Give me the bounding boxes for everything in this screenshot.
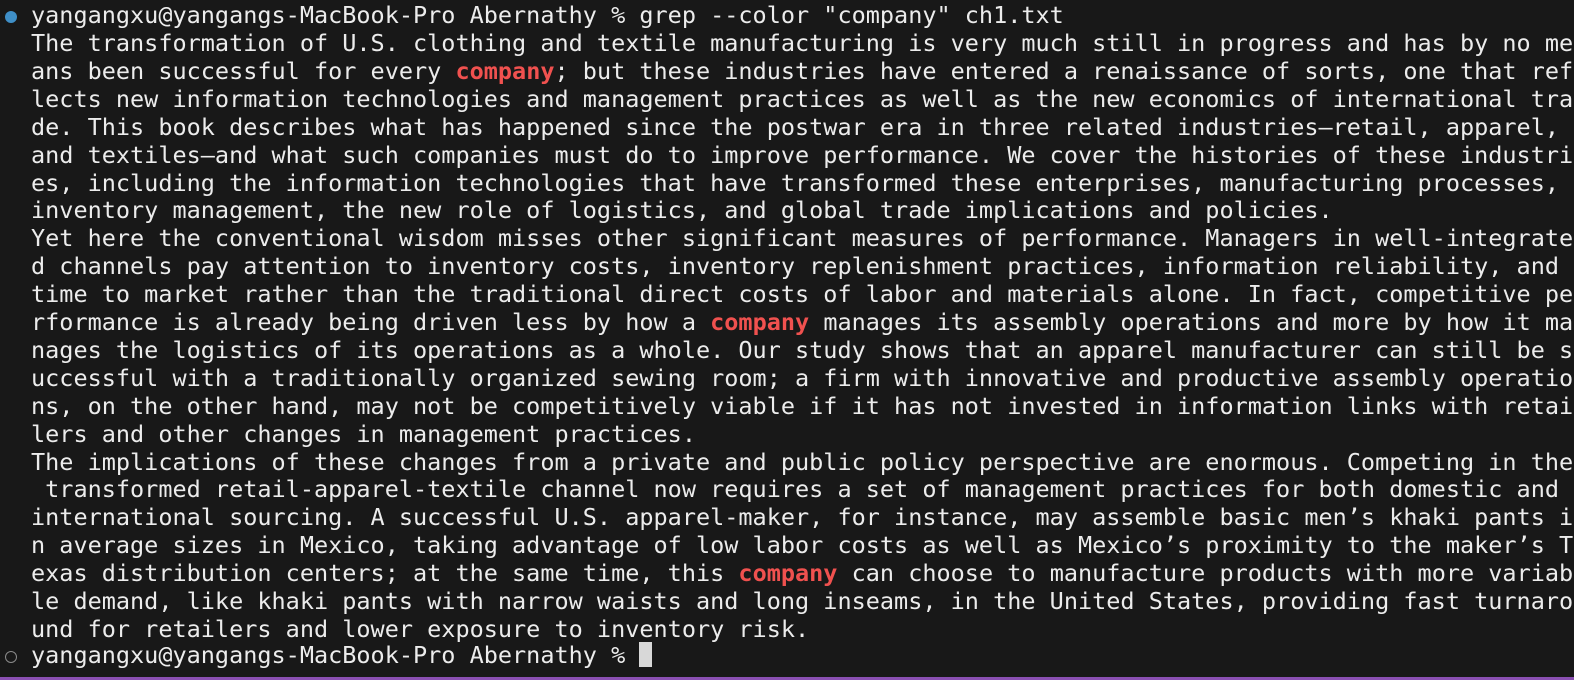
output-line: lects new information technologies and m… — [31, 84, 1574, 113]
output-line: Yet here the conventional wisdom misses … — [31, 224, 1574, 253]
prompt-text: yangangxu@yangangs-MacBook-Pro Abernathy… — [31, 1, 640, 29]
active-prompt-line[interactable]: yangangxu@yangangs-MacBook-Pro Abernathy… — [31, 641, 653, 670]
output-line: The transformation of U.S. clothing and … — [31, 29, 1574, 57]
output-line: ns, on the other hand, may not be compet… — [31, 391, 1574, 420]
command-line: yangangxu@yangangs-MacBook-Pro Abernathy… — [31, 1, 1064, 30]
output-line: es, including the information technologi… — [31, 168, 1560, 197]
output-line: nages the logistics of its operations as… — [31, 335, 1574, 364]
match-highlight: company — [710, 308, 810, 336]
output-line: n average sizes in Mexico, taking advant… — [31, 531, 1574, 560]
output-line: transformed retail-apparel-textile chann… — [31, 475, 1560, 504]
output-line: uccessful with a traditionally organized… — [31, 363, 1574, 392]
text-cursor[interactable] — [639, 642, 653, 667]
prompt-text: yangangxu@yangangs-MacBook-Pro Abernathy… — [31, 641, 640, 669]
command-text: grep --color "company" ch1.txt — [639, 1, 1064, 29]
output-line: le demand, like khaki pants with narrow … — [31, 587, 1574, 615]
output-line: and textiles—and what such companies mus… — [31, 140, 1574, 169]
output-line: lers and other changes in management pra… — [31, 419, 696, 448]
output-line: The implications of these changes from a… — [31, 447, 1574, 476]
output-line: exas distribution centers; at the same t… — [31, 559, 1574, 588]
command-success-icon — [5, 11, 17, 23]
prompt-pending-icon — [5, 651, 17, 663]
match-highlight: company — [455, 56, 555, 85]
output-line: und for retailers and lower exposure to … — [31, 614, 810, 643]
match-highlight: company — [738, 559, 838, 588]
output-line: ans been successful for every company; b… — [31, 56, 1574, 85]
output-line: rformance is already being driven less b… — [31, 308, 1574, 336]
output-line: d channels pay attention to inventory co… — [31, 252, 1560, 281]
output-line: international sourcing. A successful U.S… — [31, 503, 1574, 532]
output-line: de. This book describes what has happene… — [31, 112, 1560, 141]
output-line: inventory management, the new role of lo… — [31, 196, 1333, 225]
output-line: time to market rather than the tradition… — [31, 280, 1574, 309]
terminal-window[interactable]: yangangxu@yangangs-MacBook-Pro Abernathy… — [0, 0, 1574, 680]
